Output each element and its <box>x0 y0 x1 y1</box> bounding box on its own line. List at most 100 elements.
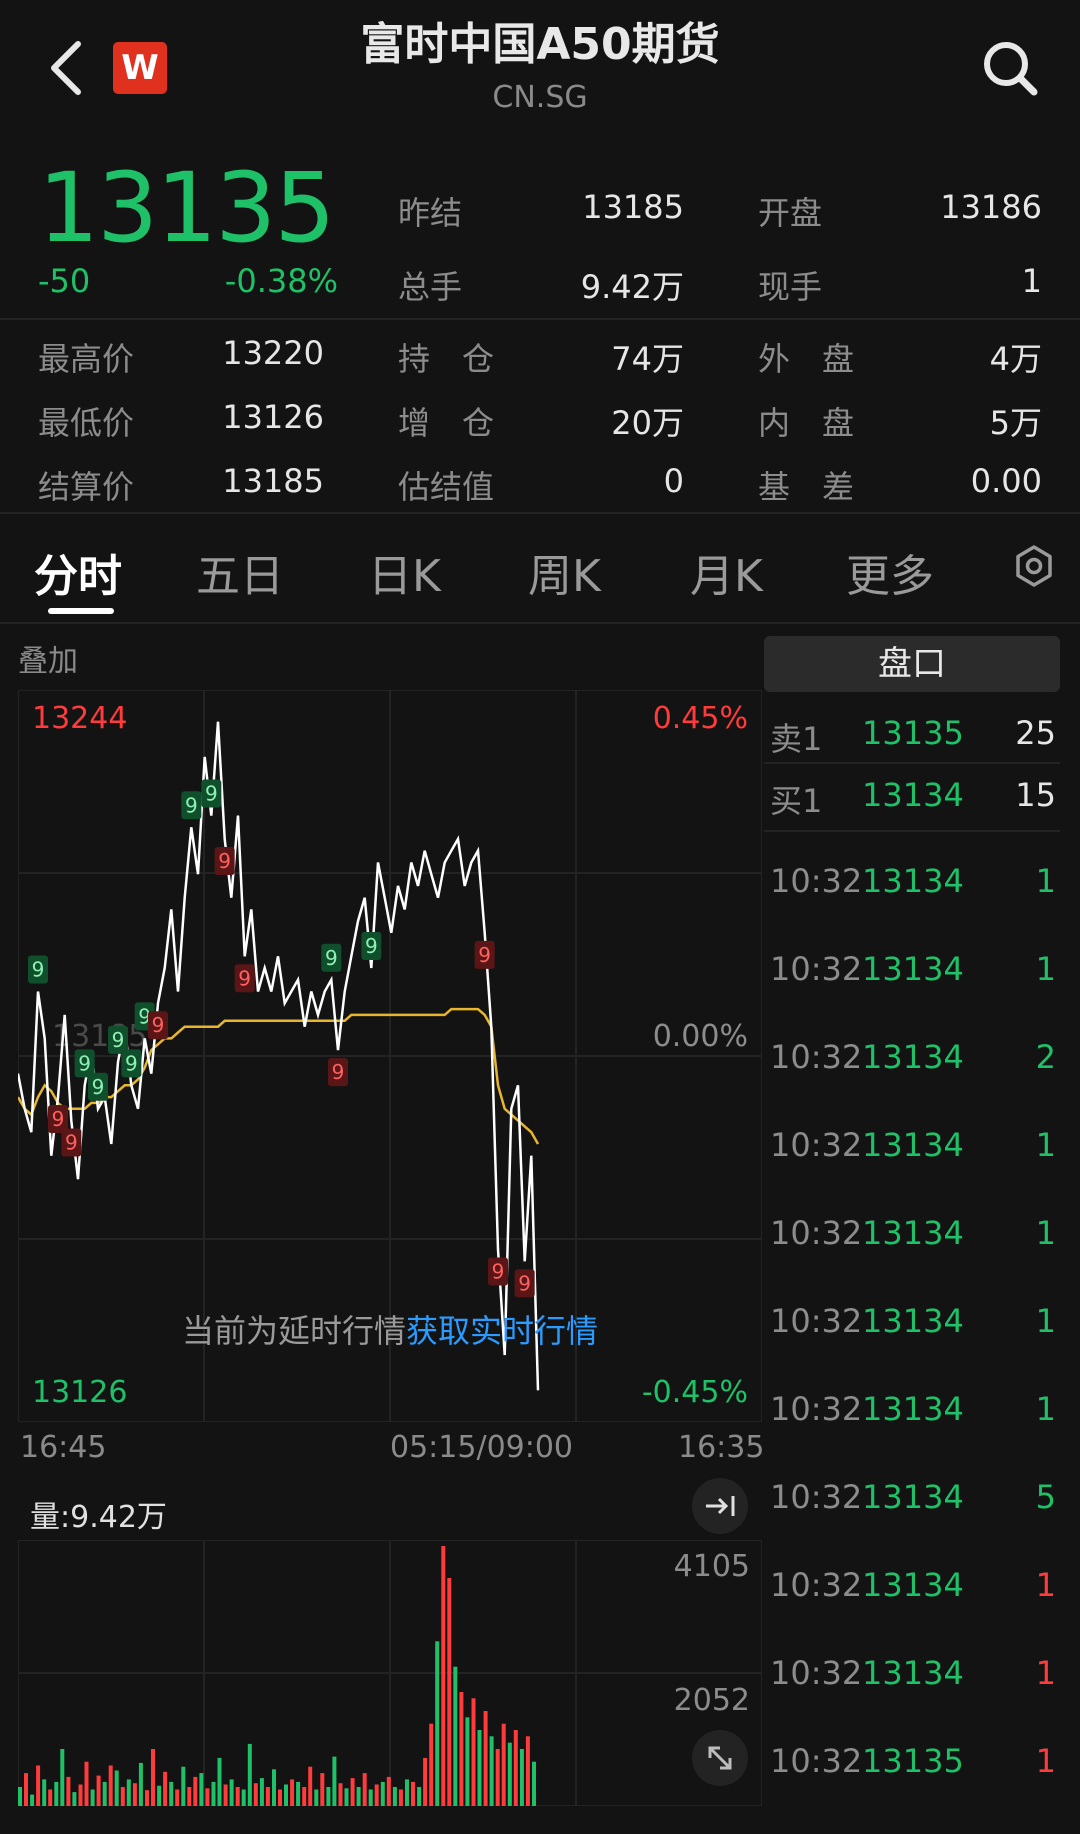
volume-bar <box>435 1641 440 1806</box>
tick-row: 10:32 13134 1 <box>770 1542 1060 1630</box>
volume-bar <box>290 1779 295 1806</box>
bid-label: 买1 <box>770 782 823 820</box>
x-axis-start-label: 16:45 <box>20 1430 107 1465</box>
volume-bar <box>175 1789 180 1806</box>
volume-bar <box>386 1776 391 1806</box>
volume-bar <box>405 1779 409 1806</box>
tick-price: 13134 <box>862 1566 964 1604</box>
volume-bar <box>459 1692 464 1806</box>
tick-row: 10:32 13134 5 <box>770 1454 1060 1542</box>
volume-bar <box>42 1779 47 1806</box>
y-axis-max-label: 13244 <box>32 701 127 736</box>
volume-chart[interactable]: 4105 2052 <box>18 1540 762 1806</box>
volume-bar <box>217 1757 222 1806</box>
tick-price: 13134 <box>862 950 964 988</box>
tick-price: 13134 <box>862 1126 964 1164</box>
tab-weekly-k[interactable]: 周K <box>528 540 601 604</box>
volume-bar <box>247 1743 252 1806</box>
volume-bar <box>380 1781 385 1806</box>
volume-bar <box>90 1789 95 1806</box>
stat-value-total-volume: 9.42万 <box>580 268 684 306</box>
overlay-button[interactable]: 叠加 <box>18 636 78 680</box>
ask-quantity: 25 <box>1015 714 1056 752</box>
tab-more[interactable]: 更多 <box>846 540 934 604</box>
volume-max-label: 4105 <box>674 1549 750 1584</box>
price-change-percent: -0.38% <box>224 262 338 300</box>
tick-time: 10:32 <box>770 1478 863 1516</box>
volume-label: 量:9.42万 <box>30 1500 167 1535</box>
bid-price: 13134 <box>862 776 964 814</box>
volume-bar <box>96 1775 101 1806</box>
tick-quantity: 1 <box>1035 1566 1056 1604</box>
tab-monthly-k[interactable]: 月K <box>690 540 763 604</box>
stat-value-est-settle: 0 <box>663 462 684 500</box>
stat-value-basis: 0.00 <box>970 462 1042 500</box>
ask-price: 13135 <box>862 714 964 752</box>
trade-marker: 9 <box>201 779 222 808</box>
volume-bar <box>120 1787 125 1806</box>
trade-marker: 9 <box>28 955 48 984</box>
volume-bar <box>84 1761 89 1806</box>
stat-label-low: 最低价 <box>38 404 135 442</box>
tick-price: 13134 <box>862 1038 964 1076</box>
tick-price: 13135 <box>862 1742 964 1780</box>
volume-bar <box>447 1578 452 1806</box>
volume-bar <box>332 1756 337 1806</box>
tick-quantity: 1 <box>1035 1654 1056 1692</box>
svg-text:9: 9 <box>78 1051 91 1075</box>
tick-row: 10:32 13134 1 <box>770 838 1060 926</box>
tick-time: 10:32 <box>770 950 863 988</box>
tick-time: 10:32 <box>770 1038 863 1076</box>
stat-label-open: 开盘 <box>758 194 823 232</box>
volume-bar <box>350 1778 355 1806</box>
volume-bar <box>24 1773 28 1806</box>
tick-time: 10:32 <box>770 1126 863 1164</box>
volume-bar <box>338 1783 343 1806</box>
volume-bar <box>18 1787 22 1806</box>
page-title: 富时中国A50期货 <box>360 19 720 70</box>
volume-bar <box>259 1778 264 1806</box>
stat-value-open-interest: 74万 <box>611 340 684 378</box>
search-icon[interactable] <box>980 38 1040 98</box>
stat-value-low: 13126 <box>222 398 324 436</box>
volume-bar <box>78 1784 83 1806</box>
volume-bar <box>36 1765 41 1806</box>
realtime-quote-link[interactable]: 获取实时行情 <box>406 1312 598 1350</box>
volume-bar <box>54 1781 59 1806</box>
x-axis-end-label: 16:35 <box>678 1430 765 1465</box>
tick-time: 10:32 <box>770 1214 863 1252</box>
tab-daily-k[interactable]: 日K <box>368 540 441 604</box>
volume-bar <box>114 1770 119 1806</box>
ask-row: 卖1 13135 25 <box>770 702 1060 764</box>
fullscreen-icon[interactable] <box>692 1730 748 1786</box>
svg-text:9: 9 <box>325 946 338 970</box>
volume-bar <box>181 1766 186 1806</box>
trade-marker: 9 <box>514 1269 535 1298</box>
svg-text:9: 9 <box>365 934 378 958</box>
volume-bar <box>211 1781 216 1806</box>
svg-text:9: 9 <box>152 1013 165 1037</box>
stat-label-total-volume: 总手 <box>398 268 463 306</box>
collapse-panel-icon[interactable] <box>692 1478 748 1534</box>
stat-label-est-settle: 估结值 <box>398 468 495 506</box>
volume-bar <box>72 1792 77 1806</box>
volume-bar <box>423 1757 428 1806</box>
order-book-button[interactable]: 盘口 <box>764 636 1060 692</box>
volume-bar <box>398 1789 403 1806</box>
tab-intraday[interactable]: 分时 <box>34 540 122 604</box>
volume-bar <box>66 1776 71 1806</box>
volume-bar <box>314 1789 319 1806</box>
svg-text:9: 9 <box>205 782 218 806</box>
volume-bar <box>320 1773 325 1806</box>
settings-icon[interactable] <box>1012 544 1056 588</box>
tick-row: 10:32 13134 1 <box>770 1102 1060 1190</box>
volume-bar <box>145 1790 149 1806</box>
last-price: 13135 <box>38 152 335 264</box>
tab-five-day[interactable]: 五日 <box>196 540 284 604</box>
bid-quantity: 15 <box>1015 776 1056 814</box>
volume-bar <box>411 1781 415 1806</box>
tick-row: 10:32 13134 1 <box>770 1630 1060 1718</box>
stat-label-outer-volume: 外 盘 <box>758 340 855 378</box>
divider <box>0 512 1080 514</box>
volume-bar <box>441 1546 446 1806</box>
